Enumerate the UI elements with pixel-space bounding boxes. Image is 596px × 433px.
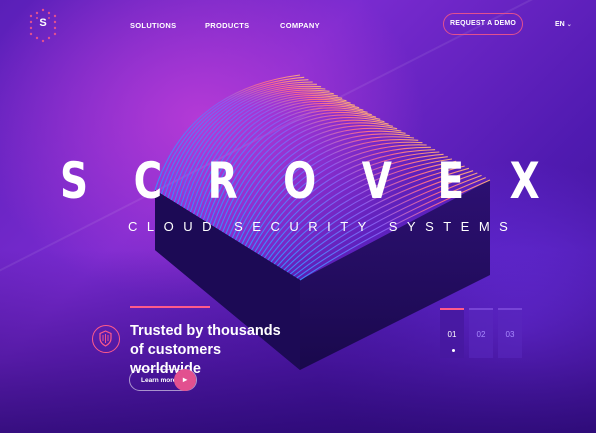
nav-solutions[interactable]: SOLUTIONS xyxy=(130,21,176,30)
sculpture-illustration xyxy=(154,74,491,370)
hero-title-letter: E xyxy=(437,152,465,210)
tagline-line-1: Trusted by thousands xyxy=(130,323,281,339)
hero-title-letter: R xyxy=(207,152,238,210)
learn-more-label: Learn more xyxy=(141,377,177,384)
hero-subtitle: CLOUD SECURITY SYSTEMS xyxy=(128,219,518,234)
language-label: EN xyxy=(555,21,565,28)
nav-products[interactable]: PRODUCTS xyxy=(205,21,250,30)
slide-tab-2[interactable]: 02 xyxy=(469,308,493,358)
accent-rule xyxy=(130,306,210,308)
nav-company[interactable]: COMPANY xyxy=(280,21,320,30)
shield-badge xyxy=(92,325,120,353)
hero-title-letter: C xyxy=(133,152,163,210)
slide-tab-3[interactable]: 03 xyxy=(498,308,522,358)
logo[interactable]: S xyxy=(26,8,60,44)
hero-title-letter: X xyxy=(509,152,540,210)
chevron-down-icon: ⌄ xyxy=(566,22,572,28)
language-selector[interactable]: EN ⌄ xyxy=(555,21,572,28)
hero-title-letter: V xyxy=(361,152,392,210)
hero-title-letter: S xyxy=(60,152,89,210)
hero-title-letter: O xyxy=(283,152,317,210)
hero-title: SCROVEX xyxy=(60,152,540,210)
request-demo-button[interactable]: REQUEST A DEMO xyxy=(443,13,523,35)
shield-icon xyxy=(99,330,112,347)
active-slide-indicator xyxy=(452,349,455,352)
learn-more-button[interactable]: Learn more ▸ xyxy=(129,369,197,391)
logo-letter: S xyxy=(39,17,47,29)
arrow-right-icon: ▸ xyxy=(174,369,196,391)
